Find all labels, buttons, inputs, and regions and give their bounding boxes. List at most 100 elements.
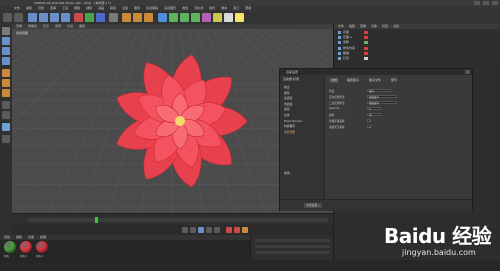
object-menu-item-5[interactable]: 书签 <box>393 24 399 29</box>
object-menu-item-1[interactable]: 编辑 <box>349 24 355 29</box>
move-icon[interactable] <box>39 13 48 22</box>
array-icon[interactable] <box>191 13 200 22</box>
autokey-icon[interactable] <box>234 227 240 233</box>
gi-tab-0[interactable]: 常规 <box>329 78 340 83</box>
record-icon[interactable] <box>226 227 232 233</box>
lock-icon[interactable] <box>2 123 10 131</box>
coordinate-icon[interactable] <box>109 13 118 22</box>
gi-tab-3[interactable]: 细节 <box>389 78 399 83</box>
object-row[interactable]: 克隆 <box>338 41 498 45</box>
y-axis-icon[interactable] <box>85 13 94 22</box>
undo-icon[interactable] <box>3 13 12 22</box>
material-swatch[interactable] <box>36 241 48 253</box>
gi-setting-value[interactable]: 中 <box>367 113 381 117</box>
render-view-icon[interactable] <box>122 13 131 22</box>
cube-icon[interactable] <box>158 13 167 22</box>
render-settings-item[interactable]: 输出 <box>284 85 290 89</box>
object-row[interactable]: 灯光 <box>338 56 498 61</box>
object-tag-icon[interactable] <box>364 51 368 55</box>
gi-setting-value[interactable]: 1 <box>367 107 381 111</box>
scene-icon[interactable] <box>213 13 222 22</box>
object-tag-icon[interactable] <box>364 31 368 34</box>
viewport-menu-item-2[interactable]: 显示 <box>43 24 49 29</box>
object-tag-icon[interactable] <box>364 41 368 45</box>
render-settings-item[interactable]: 多通道 <box>284 96 292 100</box>
redo-icon[interactable] <box>14 13 23 22</box>
subdivision-icon[interactable] <box>180 13 189 22</box>
object-row[interactable]: 螺旋 <box>338 51 498 56</box>
go-start-icon[interactable] <box>182 227 188 233</box>
camera-icon[interactable] <box>224 13 233 22</box>
gi-tab-1[interactable]: 辐照缓存 <box>345 78 361 83</box>
render-settings-item[interactable]: 全局光照 <box>284 130 295 134</box>
close-button[interactable] <box>492 1 498 5</box>
object-menu-item-2[interactable]: 查看 <box>360 24 366 29</box>
coord-row-y[interactable] <box>255 245 330 248</box>
coord-row-x[interactable] <box>255 239 330 242</box>
render-settings-button[interactable]: 渲染设置... <box>304 203 322 208</box>
texture-mode-icon[interactable] <box>2 47 10 55</box>
material-swatch[interactable] <box>20 241 32 253</box>
object-tag-icon[interactable] <box>364 46 368 50</box>
render-settings-item[interactable]: 抗锯齿 <box>284 102 292 106</box>
prev-frame-icon[interactable] <box>190 227 196 233</box>
gi-setting-value[interactable]: ✓ <box>367 125 371 129</box>
object-row[interactable]: 样条约束 <box>338 46 498 51</box>
viewport-menu-item-3[interactable]: 选项 <box>55 24 61 29</box>
timeline-playhead[interactable] <box>94 217 98 223</box>
deformer-icon[interactable] <box>202 13 211 22</box>
make-editable-icon[interactable] <box>2 27 10 35</box>
viewport-menu-item-5[interactable]: 面板 <box>79 24 85 29</box>
rotate-icon[interactable] <box>61 13 70 22</box>
viewport-menu-item-4[interactable]: 过滤 <box>67 24 73 29</box>
points-mode-icon[interactable] <box>2 69 10 77</box>
viewport-menu-item-0[interactable]: 查看 <box>16 24 22 29</box>
select-icon[interactable] <box>28 13 37 22</box>
dialog-close-button[interactable] <box>465 70 470 74</box>
gi-setting-value[interactable]: 辐照缓存 <box>367 101 397 105</box>
model-mode-icon[interactable] <box>2 37 10 45</box>
go-end-icon[interactable] <box>214 227 220 233</box>
object-row[interactable]: 花瓣 <box>338 30 498 35</box>
object-menu-item-4[interactable]: 标签 <box>382 24 388 29</box>
render-settings-icon[interactable] <box>144 13 153 22</box>
gi-setting-value[interactable]: 室内 <box>367 89 391 93</box>
transport-controls <box>12 225 333 235</box>
render-settings-item[interactable]: 选项 <box>284 107 290 111</box>
coord-row-z[interactable] <box>255 251 330 254</box>
object-row[interactable]: 花瓣.1 <box>338 36 498 40</box>
render-settings-item[interactable]: Team Render <box>284 119 302 123</box>
effect-button[interactable]: 效果... <box>284 171 292 175</box>
z-axis-icon[interactable] <box>96 13 105 22</box>
gi-tab-2[interactable]: 缓存文件 <box>367 78 383 83</box>
render-settings-item[interactable]: 立体 <box>284 113 290 117</box>
workplane-icon[interactable] <box>2 57 10 65</box>
keyframe-icon[interactable] <box>242 227 248 233</box>
gi-setting-value[interactable]: 辐照缓存 <box>367 95 397 99</box>
object-menu-item-0[interactable]: 文件 <box>338 24 344 29</box>
minimize-button[interactable] <box>474 1 480 5</box>
render-picture-viewer-icon[interactable] <box>133 13 142 22</box>
polygons-mode-icon[interactable] <box>2 89 10 97</box>
snap-icon[interactable] <box>2 111 10 119</box>
x-axis-icon[interactable] <box>74 13 83 22</box>
object-menu-item-3[interactable]: 对象 <box>371 24 377 29</box>
next-frame-icon[interactable] <box>206 227 212 233</box>
edges-mode-icon[interactable] <box>2 79 10 87</box>
grid-icon[interactable] <box>2 135 10 143</box>
play-icon[interactable] <box>198 227 204 233</box>
scale-icon[interactable] <box>50 13 59 22</box>
render-settings-sidebar: 渲染器 标准 输出 保存 多通道 抗锯齿 选项 立体 Team Render 材质覆写 全局光照… <box>280 75 325 199</box>
timeline-track[interactable] <box>28 218 328 222</box>
render-settings-item[interactable]: 材质覆写 <box>284 124 295 128</box>
axis-icon[interactable] <box>2 101 10 109</box>
gi-setting-value[interactable]: ✓ <box>367 119 371 123</box>
object-tag-icon[interactable] <box>364 57 368 60</box>
light-icon[interactable] <box>235 13 244 22</box>
object-tag-icon[interactable] <box>364 36 368 40</box>
maximize-button[interactable] <box>483 1 489 5</box>
pen-icon[interactable] <box>169 13 178 22</box>
material-swatch[interactable] <box>4 241 16 253</box>
viewport-menu-item-1[interactable]: 摄像机 <box>28 24 37 29</box>
render-settings-item[interactable]: 保存 <box>284 91 290 95</box>
